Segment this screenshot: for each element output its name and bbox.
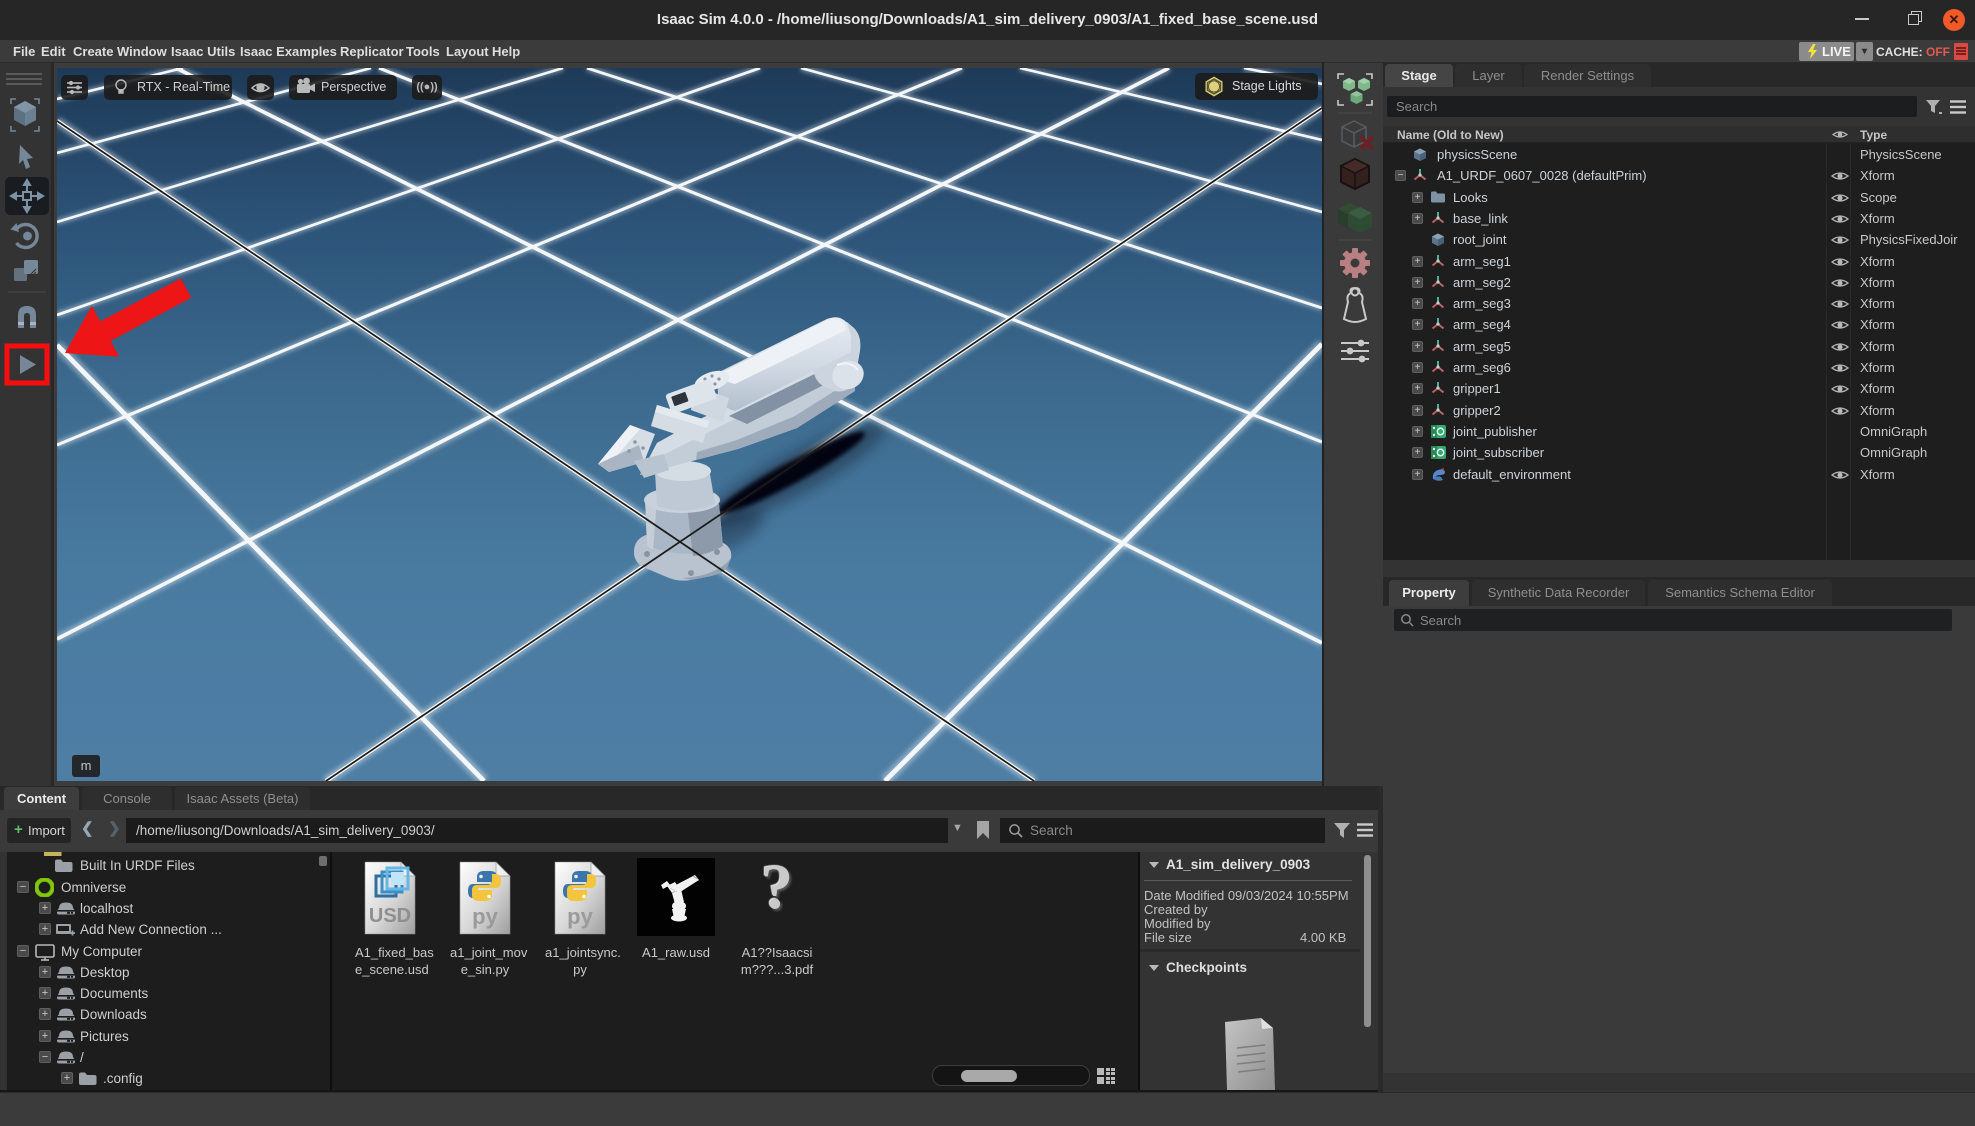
svg-text:py: py bbox=[472, 904, 498, 929]
svg-text:USD: USD bbox=[369, 905, 411, 927]
svg-text:py: py bbox=[567, 904, 593, 929]
